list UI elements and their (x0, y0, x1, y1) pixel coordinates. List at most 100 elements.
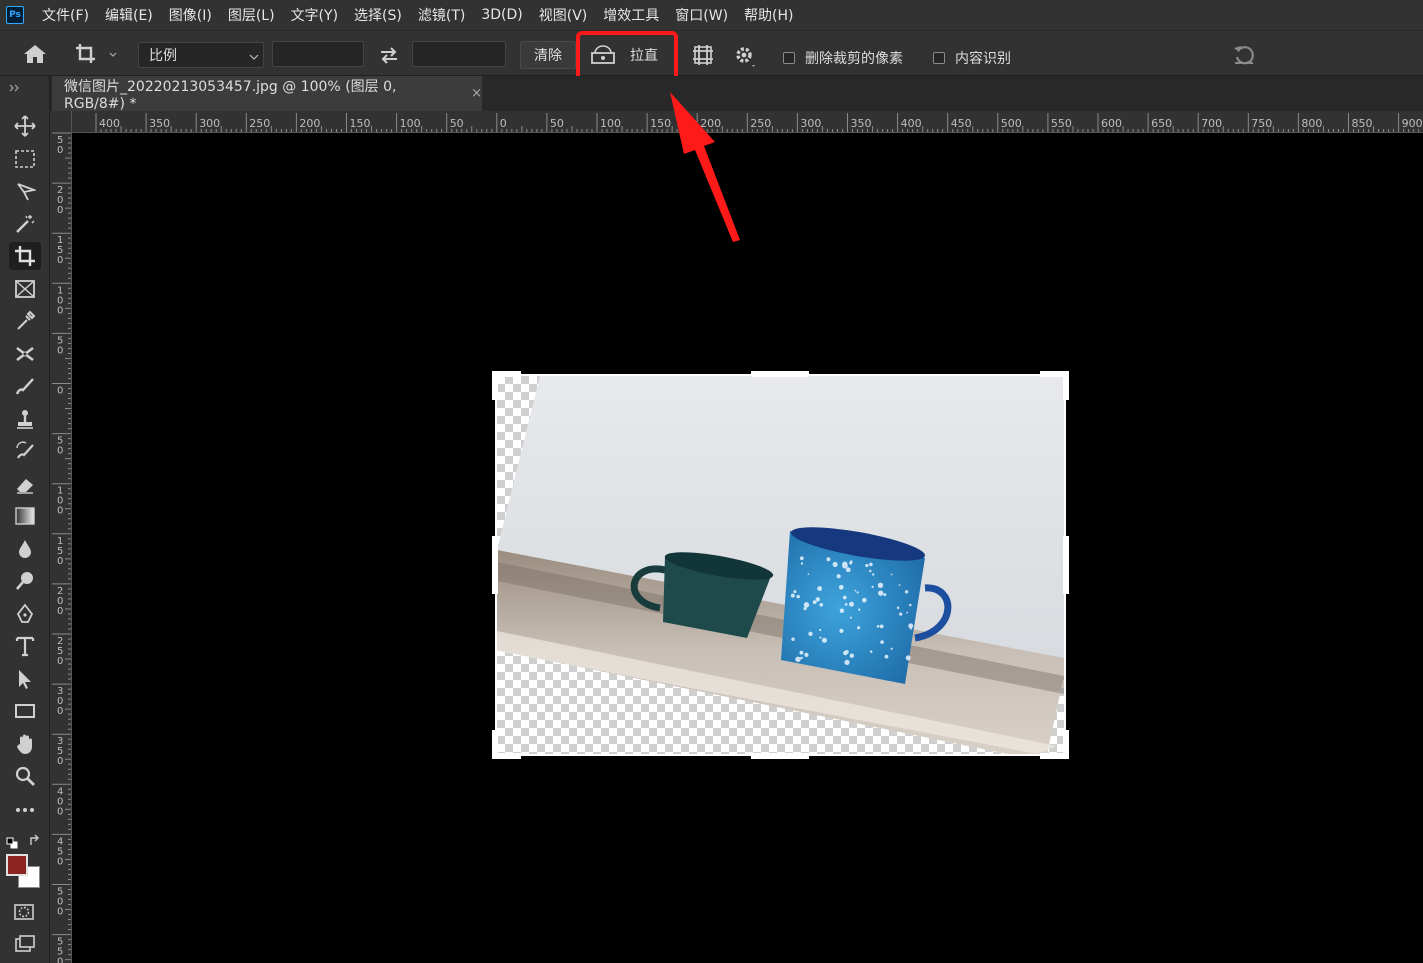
tool-brush[interactable] (9, 372, 41, 400)
ruler-vertical[interactable]: 5020015010050050100150200250300350400450… (50, 111, 72, 963)
ruler-left-label: 0 (57, 446, 63, 457)
tool-frame[interactable] (9, 275, 41, 303)
quick-mask-button[interactable] (12, 902, 36, 922)
straighten-button[interactable]: 拉直 (590, 42, 670, 68)
ruler-top-label: 450 (951, 117, 972, 130)
marquee-icon (15, 150, 35, 168)
tool-gradient[interactable] (9, 502, 41, 530)
tool-history-brush[interactable] (9, 437, 41, 465)
ruler-left-label: 0 (57, 706, 63, 717)
tool-blur[interactable] (9, 535, 41, 563)
panel-collapse-icon[interactable] (8, 78, 22, 92)
crop-settings-button[interactable] (733, 44, 757, 68)
tool-more[interactable] (9, 796, 41, 824)
clear-button[interactable]: 清除 (520, 41, 576, 69)
straighten-level-icon (591, 45, 615, 64)
content-aware-checkbox[interactable]: 内容识别 (933, 48, 1011, 68)
swap-colors-icon[interactable] (28, 833, 42, 847)
menu-bar: Ps 文件(F) 编辑(E) 图像(I) 图层(L) 文字(Y) 选择(S) 滤… (0, 0, 1423, 30)
tool-type[interactable] (9, 632, 41, 660)
ruler-left-label: 0 (57, 255, 63, 266)
swap-button[interactable] (378, 44, 400, 66)
menu-filter[interactable]: 滤镜(T) (418, 5, 465, 25)
pen-icon (16, 603, 34, 623)
foreground-color-swatch[interactable] (6, 854, 28, 876)
document-tab[interactable]: 微信图片_20220213053457.jpg @ 100% (图层 0, RG… (52, 76, 482, 112)
annotation-arrow (670, 92, 740, 242)
crop-handle-top-left-v[interactable] (492, 371, 498, 400)
menu-help[interactable]: 帮助(H) (744, 5, 793, 25)
delete-cropped-checkbox[interactable]: 删除裁剪的像素 (783, 48, 903, 68)
overlay-grid-button[interactable] (692, 44, 714, 66)
ratio-select[interactable]: 比例 (138, 42, 264, 68)
tool-dodge[interactable] (9, 567, 41, 595)
menu-type[interactable]: 文字(Y) (291, 5, 338, 25)
menu-3d[interactable]: 3D(D) (481, 7, 522, 23)
tool-magic-wand[interactable] (9, 210, 41, 238)
ruler-top-label: 250 (249, 117, 270, 130)
tool-stamp[interactable] (9, 405, 41, 433)
quick-mask-icon (14, 904, 34, 920)
crop-icon (15, 246, 35, 266)
ruler-top-label: 100 (600, 117, 621, 130)
tool-pen[interactable] (9, 600, 41, 628)
tool-preset-picker[interactable] (74, 42, 120, 66)
screen-mode-icon (15, 935, 35, 952)
tool-healing[interactable] (9, 340, 41, 368)
photoshop-logo-icon: Ps (6, 6, 24, 24)
tool-hand[interactable] (9, 730, 41, 758)
menu-file[interactable]: 文件(F) (42, 5, 89, 25)
frame-icon (15, 280, 35, 298)
menu-view[interactable]: 视图(V) (539, 5, 588, 25)
close-icon[interactable]: × (471, 86, 482, 101)
width-field[interactable] (272, 41, 364, 67)
straighten-label: 拉直 (630, 48, 658, 64)
tool-lasso[interactable] (9, 177, 41, 205)
ruler-top-label: 350 (149, 117, 170, 130)
tool-marquee[interactable] (9, 145, 41, 173)
tool-crop[interactable] (9, 242, 41, 270)
tool-eyedropper[interactable] (9, 307, 41, 335)
menu-image[interactable]: 图像(I) (169, 5, 212, 25)
dodge-icon (16, 572, 33, 590)
gear-icon (736, 47, 755, 67)
crop-handle-right-center[interactable] (1063, 536, 1069, 594)
tool-rectangle[interactable] (9, 697, 41, 725)
content-aware-box[interactable] (933, 52, 945, 64)
screen-mode-button[interactable] (12, 934, 36, 956)
tool-zoom[interactable] (9, 762, 41, 790)
ruler-top-label: 0 (500, 117, 507, 130)
ruler-top-label: 50 (550, 117, 564, 130)
eraser-icon (17, 479, 33, 494)
reset-button[interactable] (1232, 43, 1256, 67)
ruler-top-label: 350 (851, 117, 872, 130)
crop-handle-bottom-left-v[interactable] (492, 730, 498, 759)
menu-layer[interactable]: 图层(L) (228, 5, 275, 25)
delete-cropped-box[interactable] (783, 52, 795, 64)
history-brush-icon (16, 441, 34, 459)
height-field[interactable] (412, 41, 506, 67)
crop-handle-bottom-right-v[interactable] (1063, 730, 1069, 759)
menu-plugins[interactable]: 增效工具 (603, 5, 659, 25)
tool-eraser[interactable] (9, 470, 41, 498)
crop-handle-top-center[interactable] (751, 371, 809, 377)
default-colors-icon[interactable] (6, 834, 18, 849)
tool-move[interactable] (9, 112, 41, 140)
home-button[interactable] (22, 43, 48, 65)
eyedropper-icon (17, 310, 36, 330)
stamp-icon (17, 410, 33, 429)
crop-handle-top-right-v[interactable] (1063, 371, 1069, 400)
crop-box-border[interactable] (495, 374, 1066, 756)
undo-reset-icon (1234, 46, 1254, 65)
ruler-top-label: 150 (350, 117, 371, 130)
ruler-top-label: 750 (1251, 117, 1272, 130)
ratio-select-value: 比例 (149, 48, 177, 64)
crop-handle-left-center[interactable] (492, 536, 498, 594)
tool-path-select[interactable] (9, 665, 41, 693)
menu-edit[interactable]: 编辑(E) (105, 5, 153, 25)
menu-window[interactable]: 窗口(W) (675, 5, 728, 25)
document-tab-title: 微信图片_20220213053457.jpg @ 100% (图层 0, RG… (64, 78, 397, 112)
menu-select[interactable]: 选择(S) (354, 5, 402, 25)
crop-handle-bottom-center[interactable] (751, 753, 809, 759)
ruler-top-label: 900 (1402, 117, 1423, 130)
